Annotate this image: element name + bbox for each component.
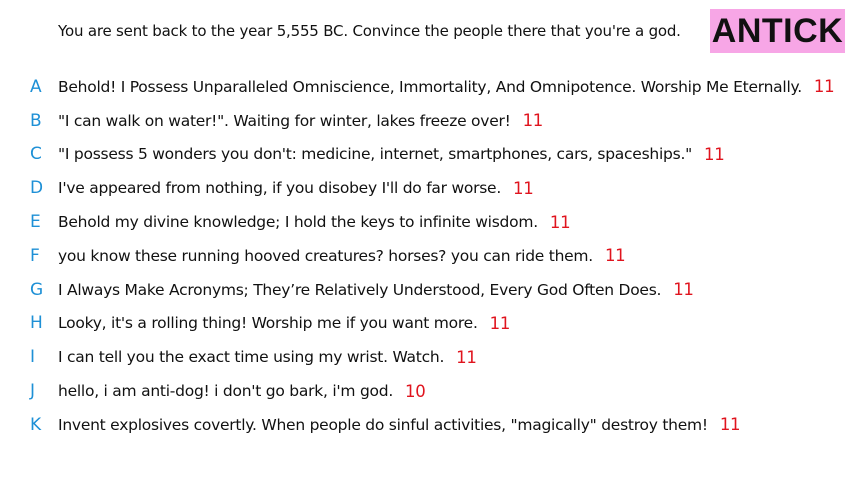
answer-text: Behold! I Possess Unparalleled Omniscien… [58, 77, 802, 96]
answer-row: Fyou know these running hooved creatures… [0, 239, 853, 273]
answer-score: 11 [522, 111, 544, 131]
answer-row: B "I can walk on water!". Waiting for win… [0, 104, 853, 138]
answer-list: A Behold! I Possess Unparalleled Omniscie… [0, 70, 853, 442]
answer-letter: B [30, 110, 42, 131]
answer-line: "I can walk on water!". Waiting for wint… [58, 111, 543, 130]
answer-score: 11 [704, 144, 725, 164]
answer-score: 11 [456, 347, 477, 367]
answer-text: Behold my divine knowledge; I hold the k… [58, 213, 538, 232]
answer-letter: I [30, 347, 36, 368]
answer-score: 11 [813, 77, 835, 97]
answer-line: I've appeared from nothing, if you disob… [58, 178, 534, 198]
answer-row: H Looky, it's a rolling thing! Worship me… [0, 307, 853, 341]
answer-text: I can tell you the exact time using my w… [58, 348, 445, 367]
answer-line: "I possess 5 wonders you don't: medicine… [58, 144, 725, 164]
answer-row: K Invent explosives covertly. When people… [0, 408, 853, 442]
answer-score: 11 [673, 280, 694, 300]
answer-text: Looky, it's a rolling thing! Worship me … [58, 314, 478, 333]
answer-row: C "I possess 5 wonders you don't: medicin… [0, 138, 853, 172]
answer-row: Jhello, i am anti-dog! i don't go bark, … [0, 374, 853, 408]
answer-line: you know these running hooved creatures?… [58, 246, 626, 266]
answer-line: Behold! I Possess Unparalleled Omniscien… [58, 77, 835, 97]
answer-line: Looky, it's a rolling thing! Worship me … [58, 314, 510, 333]
answer-text: "I can walk on water!". Waiting for wint… [58, 111, 511, 130]
answer-row: A Behold! I Possess Unparalleled Omniscie… [0, 70, 853, 104]
answer-row: E Behold my divine knowledge; I hold the … [0, 205, 853, 239]
answer-line: hello, i am anti-dog! i don't go bark, i… [58, 381, 426, 401]
answer-row: D I've appeared from nothing, if you diso… [0, 171, 853, 205]
answer-line: Invent explosives covertly. When people … [58, 415, 741, 435]
answer-text: I Always Make Acronyms; They’re Relative… [58, 280, 662, 299]
answer-text: you know these running hooved creatures?… [58, 246, 593, 265]
answer-score: 11 [549, 212, 571, 232]
answer-score: 10 [405, 381, 426, 401]
answer-line: I Always Make Acronyms; They’re Relative… [58, 280, 694, 299]
answer-score: 11 [719, 415, 741, 435]
answer-letter: A [30, 76, 42, 97]
answer-score: 11 [489, 313, 511, 333]
answer-text: "I possess 5 wonders you don't: medicine… [58, 145, 693, 164]
answer-letter: K [30, 414, 42, 435]
answer-letter: D [30, 178, 44, 199]
answer-letter: E [30, 212, 41, 233]
answer-letter: J [30, 381, 36, 402]
antick-badge: ANTICK [710, 9, 845, 53]
prompt-text: You are sent back to the year 5,555 BC. … [58, 22, 681, 40]
answer-line: Behold my divine knowledge; I hold the k… [58, 212, 571, 232]
answer-row: G I Always Make Acronyms; They’re Relativ… [0, 273, 853, 307]
answer-text: I've appeared from nothing, if you disob… [58, 179, 502, 198]
answer-letter: G [30, 279, 44, 300]
answer-text: hello, i am anti-dog! i don't go bark, i… [58, 382, 394, 401]
answer-score: 11 [604, 246, 626, 266]
answer-letter: C [30, 144, 42, 165]
answer-letter: F [30, 245, 40, 266]
answer-row: I I can tell you the exact time using my … [0, 340, 853, 374]
answer-letter: H [30, 313, 43, 334]
answer-line: I can tell you the exact time using my w… [58, 348, 477, 367]
answer-text: Invent explosives covertly. When people … [58, 415, 708, 434]
answer-score: 11 [513, 178, 534, 198]
